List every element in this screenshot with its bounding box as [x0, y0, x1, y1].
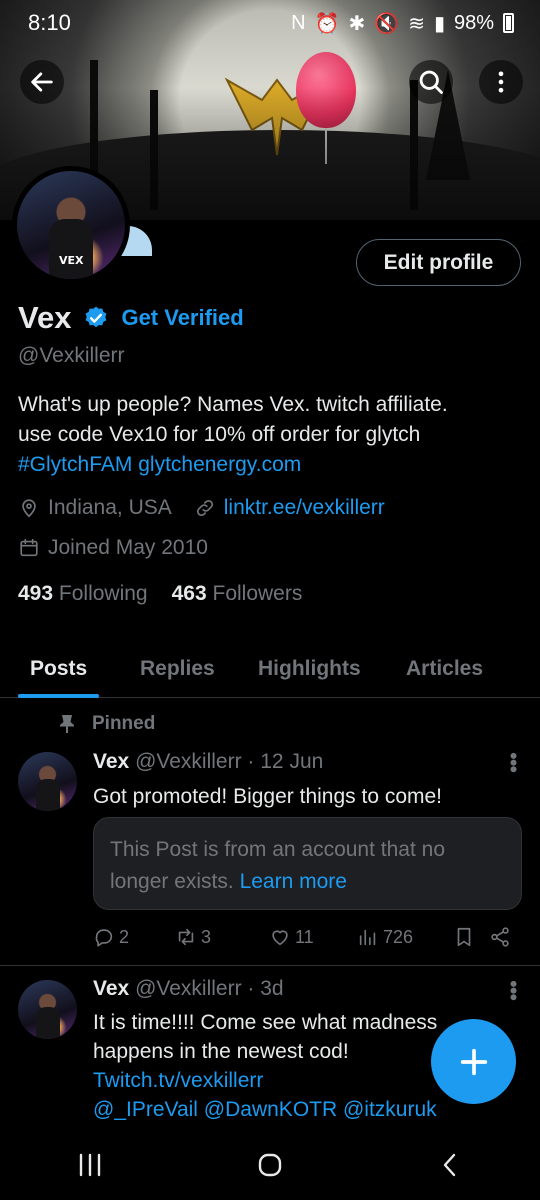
- mute-icon: 🔇: [374, 12, 400, 35]
- post-text: Got promoted! Bigger things to come!: [93, 785, 443, 808]
- wifi-icon: ≋: [408, 12, 425, 35]
- pinned-indicator: Pinned: [58, 713, 155, 735]
- avatar-image: VEX: [17, 171, 125, 279]
- like-count: 11: [295, 926, 314, 947]
- compose-post-button[interactable]: [431, 1019, 516, 1104]
- post-more-icon[interactable]: •••: [500, 752, 526, 772]
- back-arrow-icon: [31, 72, 53, 92]
- views-icon: [359, 929, 376, 946]
- profile-website-link[interactable]: linktr.ee/vexkillerr: [224, 496, 385, 520]
- tab-articles[interactable]: Articles: [406, 640, 483, 698]
- more-options-button[interactable]: [479, 60, 523, 104]
- profile-handle: @Vexkillerr: [18, 344, 125, 367]
- back-nav-icon[interactable]: [435, 1150, 465, 1180]
- share-button[interactable]: [489, 926, 519, 948]
- repost-button[interactable]: 3: [175, 926, 269, 948]
- post-handle: @Vexkillerr: [135, 977, 242, 1000]
- like-icon: [272, 930, 288, 946]
- avatar-tag: VEX: [59, 254, 84, 267]
- recent-apps-icon[interactable]: [75, 1152, 105, 1178]
- learn-more-link[interactable]: Learn more: [240, 870, 347, 893]
- post-avatar[interactable]: [18, 980, 77, 1039]
- profile-bio: What's up people? Names Vex. twitch affi…: [18, 390, 528, 480]
- repost-count: 3: [201, 926, 212, 947]
- more-vertical-icon: [498, 71, 504, 93]
- post-header: Vex @Vexkillerr · 12 Jun: [93, 750, 323, 774]
- bio-hashtag-link[interactable]: #GlytchFAM: [18, 453, 132, 476]
- profile-location: Indiana, USA: [48, 496, 172, 519]
- post-header: Vex @Vexkillerr · 3d: [93, 977, 284, 1001]
- post-divider: [0, 965, 540, 966]
- post-avatar-figure: [36, 1007, 60, 1039]
- profile-tabs: Posts Replies Highlights Articles: [0, 640, 540, 698]
- quoted-post-unavailable: This Post is from an account that no lon…: [93, 817, 522, 910]
- tab-replies[interactable]: Replies: [140, 640, 215, 698]
- display-name: Vex: [18, 300, 72, 335]
- bio-line: What's up people? Names Vex. twitch affi…: [18, 393, 448, 416]
- profile-joined: Joined May 2010: [48, 536, 208, 559]
- bookmark-button[interactable]: [453, 926, 489, 948]
- get-verified-link[interactable]: Get Verified: [121, 305, 243, 331]
- verified-badge-icon: [86, 306, 107, 328]
- bio-line: use code Vex10 for 10% off order for gly…: [18, 423, 421, 446]
- followers-label: Followers: [212, 582, 303, 605]
- post-avatar-figure: [36, 779, 60, 811]
- home-icon[interactable]: [255, 1150, 285, 1180]
- tab-posts[interactable]: Posts: [17, 640, 100, 698]
- post-author[interactable]: Vex: [93, 750, 129, 773]
- post-more-icon[interactable]: •••: [500, 980, 526, 1000]
- views-button[interactable]: 726: [357, 926, 453, 948]
- following-label: Following: [58, 582, 148, 605]
- repost-icon: [178, 928, 194, 946]
- bluetooth-icon: ✱: [348, 12, 366, 35]
- reply-icon: [95, 929, 113, 947]
- nfc-icon: N: [291, 11, 306, 34]
- name-row: Vex Get Verified: [18, 300, 244, 336]
- reply-button[interactable]: 2: [93, 926, 175, 948]
- following-count: 493: [18, 582, 54, 605]
- link-icon: [196, 499, 213, 517]
- pinned-label: Pinned: [92, 713, 156, 734]
- status-time: 8:10: [28, 10, 71, 35]
- battery-icon: [503, 13, 514, 33]
- status-icons: N ⏰ ✱ 🔇 ≋ ▮ 98%: [291, 11, 514, 36]
- post-avatar[interactable]: [18, 752, 77, 811]
- share-icon: [491, 927, 509, 947]
- profile-joined-row: Joined May 2010: [18, 536, 208, 560]
- back-button[interactable]: [20, 60, 64, 104]
- follow-stats: 493 Following 463 Followers: [18, 582, 302, 606]
- location-pin-icon: [22, 499, 36, 518]
- followers-count: 463: [171, 582, 207, 605]
- bookmark-icon: [457, 927, 471, 947]
- view-count: 726: [383, 926, 414, 947]
- followers-link[interactable]: 463 Followers: [172, 582, 303, 606]
- battery-level: 98%: [453, 11, 494, 34]
- like-button[interactable]: 11: [269, 926, 357, 948]
- post-time: · 12 Jun: [247, 750, 324, 773]
- tab-highlights[interactable]: Highlights: [258, 640, 361, 698]
- profile-avatar[interactable]: VEX: [12, 166, 130, 284]
- profile-meta-row: Indiana, USA linktr.ee/vexkillerr: [18, 496, 385, 520]
- signal-icon: ▮: [433, 12, 445, 35]
- avatar-figure: [49, 219, 93, 279]
- system-nav-bar: [0, 1130, 540, 1200]
- alarm-icon: ⏰: [314, 12, 340, 35]
- following-link[interactable]: 493 Following: [18, 582, 148, 606]
- plus-icon: [460, 1048, 487, 1075]
- calendar-icon: [20, 538, 38, 557]
- pin-icon: [60, 715, 74, 733]
- post-author[interactable]: Vex: [93, 977, 129, 1000]
- status-bar: 8:10 N ⏰ ✱ 🔇 ≋ ▮ 98%: [0, 0, 540, 46]
- post-time: · 3d: [247, 977, 284, 1000]
- post-actions: 2 3 11 726: [93, 926, 523, 948]
- search-icon: [419, 70, 443, 94]
- reply-count: 2: [119, 926, 130, 947]
- bio-line: #GlytchFAM glytchenergy.com: [18, 450, 528, 480]
- bio-website-link[interactable]: glytchenergy.com: [138, 453, 301, 476]
- search-button[interactable]: [409, 60, 453, 104]
- edit-profile-button[interactable]: Edit profile: [356, 239, 521, 286]
- post-handle: @Vexkillerr: [135, 750, 242, 773]
